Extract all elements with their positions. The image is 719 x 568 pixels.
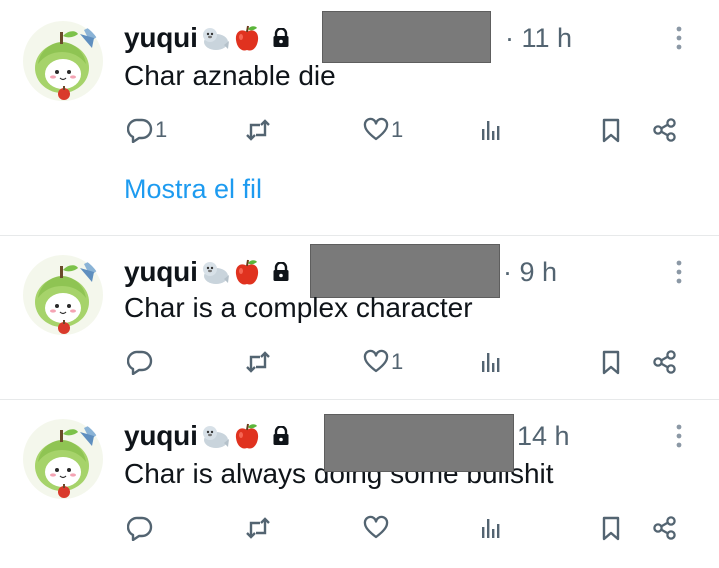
author-row: yuqui — [124, 418, 290, 454]
timestamp[interactable]: · 9 h — [503, 257, 557, 288]
heart-icon — [363, 349, 389, 375]
author-name[interactable]: yuqui — [124, 22, 198, 54]
views-icon — [478, 515, 504, 541]
seal-emoji — [200, 257, 230, 287]
bookmark-icon — [598, 117, 624, 143]
redacted-handle — [310, 244, 500, 298]
apple-emoji — [232, 421, 262, 451]
more-vertical-icon[interactable] — [672, 258, 686, 286]
share-button[interactable] — [652, 112, 678, 148]
lock-icon — [272, 28, 290, 48]
redacted-handle — [322, 11, 491, 63]
like-count: 1 — [391, 117, 404, 142]
views-button[interactable] — [478, 112, 504, 148]
redacted-handle — [324, 414, 514, 472]
tweet[interactable]: yuqui · 9 h Char is a complex character … — [0, 236, 719, 400]
share-button[interactable] — [652, 344, 678, 380]
seal-emoji — [200, 23, 230, 53]
action-bar — [0, 510, 719, 546]
show-thread-link[interactable]: Mostra el fil — [124, 174, 262, 205]
views-button[interactable] — [478, 344, 504, 380]
like-count: 1 — [391, 349, 404, 374]
views-icon — [478, 117, 504, 143]
avatar[interactable] — [22, 418, 104, 500]
reply-icon — [127, 117, 153, 143]
bookmark-icon — [598, 349, 624, 375]
heart-icon — [363, 117, 389, 143]
author-row: yuqui — [124, 20, 290, 56]
avatar[interactable] — [22, 20, 104, 102]
author-name[interactable]: yuqui — [124, 256, 198, 288]
more-vertical-icon[interactable] — [672, 24, 686, 52]
apple-emoji — [232, 257, 262, 287]
reply-icon — [127, 349, 153, 375]
reply-button[interactable] — [127, 510, 155, 546]
share-button[interactable] — [652, 510, 678, 546]
share-icon — [652, 349, 678, 375]
apple-emoji — [232, 23, 262, 53]
author-name[interactable]: yuqui — [124, 420, 198, 452]
action-bar: 1 1 — [0, 112, 719, 148]
tweet[interactable]: yuqui Char is always doing some bullshit… — [0, 400, 719, 568]
tweet[interactable]: yuqui · 11 h Char aznable die 1 1 Mostra… — [0, 0, 719, 236]
reply-icon — [127, 515, 153, 541]
like-button[interactable]: 1 — [363, 344, 403, 380]
bookmark-icon — [598, 515, 624, 541]
action-bar: 1 — [0, 344, 719, 380]
reply-button[interactable]: 1 — [127, 112, 167, 148]
retweet-icon — [245, 515, 271, 541]
author-row: yuqui — [124, 254, 290, 290]
retweet-button[interactable] — [245, 510, 271, 546]
retweet-icon — [245, 117, 271, 143]
seal-emoji — [200, 421, 230, 451]
like-button[interactable]: 1 — [363, 112, 403, 148]
bookmark-button[interactable] — [598, 510, 624, 546]
retweet-button[interactable] — [245, 112, 271, 148]
heart-icon — [363, 515, 389, 541]
share-icon — [652, 117, 678, 143]
timestamp[interactable]: · 11 h — [505, 23, 572, 54]
like-button[interactable] — [363, 510, 391, 546]
tweet-text: Char aznable die — [124, 60, 336, 91]
reply-button[interactable] — [127, 344, 155, 380]
retweet-button[interactable] — [245, 344, 271, 380]
views-button[interactable] — [478, 510, 504, 546]
bookmark-button[interactable] — [598, 112, 624, 148]
lock-icon — [272, 262, 290, 282]
more-vertical-icon[interactable] — [672, 422, 686, 450]
retweet-icon — [245, 349, 271, 375]
tweet-text: Char is a complex character — [124, 292, 473, 323]
bookmark-button[interactable] — [598, 344, 624, 380]
views-icon — [478, 349, 504, 375]
reply-count: 1 — [155, 117, 168, 142]
timestamp[interactable]: 14 h — [517, 421, 570, 452]
share-icon — [652, 515, 678, 541]
lock-icon — [272, 426, 290, 446]
avatar[interactable] — [22, 254, 104, 336]
